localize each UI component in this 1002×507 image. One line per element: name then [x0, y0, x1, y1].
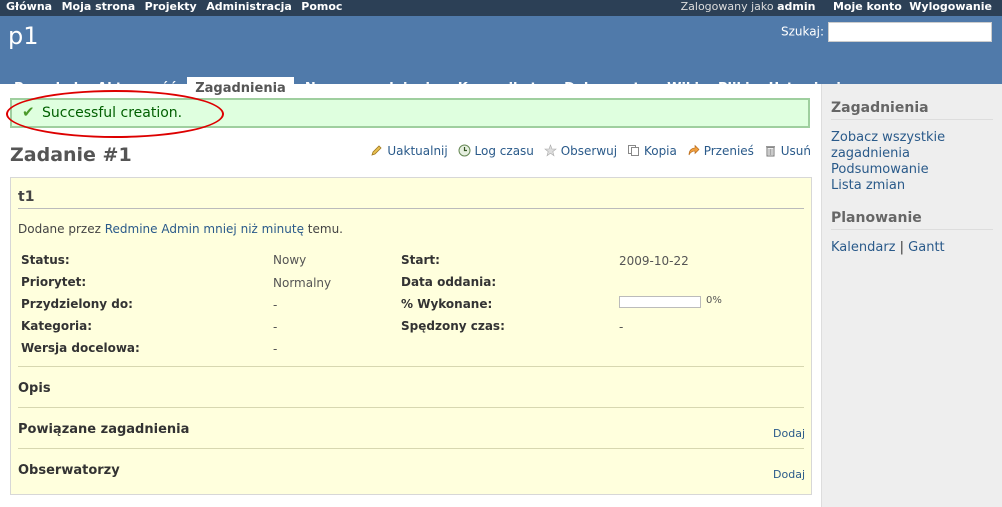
search-input[interactable] [828, 22, 992, 42]
top-menu: Główna Moja strona Projekty Administracj… [0, 0, 1002, 16]
watchers-heading: Obserwatorzy [18, 463, 120, 478]
time-ago-link[interactable]: mniej niż minutę [203, 222, 304, 236]
issue-actions: Uaktualnij Log czasu Obserwuj Kopia Prze… [364, 144, 811, 158]
link-separator: | [899, 240, 905, 255]
copy-label: Kopia [643, 144, 677, 158]
logged-in-user[interactable]: admin [777, 0, 815, 13]
move-label: Przenieś [703, 144, 754, 158]
target-version-value: - [273, 342, 278, 356]
trash-icon [765, 146, 775, 157]
done-ratio-progress-bar [619, 296, 701, 308]
gantt-link[interactable]: Gantt [908, 240, 944, 255]
watchers-divider [18, 448, 804, 449]
move-action[interactable]: Przenieś [687, 144, 754, 158]
issue-subject: t1 [18, 189, 35, 205]
calendar-link[interactable]: Kalendarz [831, 240, 896, 255]
sidebar-planning-title: Planowanie [831, 210, 993, 230]
top-menu-my-page[interactable]: Moja strona [62, 0, 136, 13]
pencil-icon [371, 145, 382, 156]
update-action[interactable]: Uaktualnij [370, 144, 448, 158]
copy-action[interactable]: Kopia [627, 144, 677, 158]
priority-value: Normalny [273, 276, 332, 290]
top-menu-left: Główna Moja strona Projekty Administracj… [6, 0, 348, 13]
status-label: Status: [21, 253, 70, 267]
delete-label: Usuń [780, 144, 811, 158]
logged-in-text: Zalogowany jako [680, 0, 774, 13]
issue-title: Zadanie #1 [10, 144, 132, 166]
copy-icon [627, 145, 639, 156]
time-suffix: temu. [307, 222, 343, 236]
category-value: - [273, 320, 278, 334]
related-divider [18, 407, 804, 408]
delete-action[interactable]: Usuń [764, 144, 811, 158]
search-label: Szukaj: [781, 24, 824, 39]
sidebar-planning-links: Kalendarz | Gantt [831, 240, 1002, 256]
issue-author-line: Dodane przez Redmine Admin mniej niż min… [18, 222, 343, 236]
view-all-issues-link[interactable]: Zobacz wszystkie zagadnienia [831, 130, 951, 162]
search-area: Szukaj: [781, 22, 992, 42]
my-account-link[interactable]: Moje konto [833, 0, 902, 13]
top-menu-administration[interactable]: Administracja [206, 0, 292, 13]
priority-label: Priorytet: [21, 275, 87, 289]
target-version-label: Wersja docelowa: [21, 341, 140, 355]
sidebar-planning-section: Planowanie Kalendarz | Gantt [822, 210, 1002, 256]
top-menu-right: Zalogowany jako admin Moje konto Wylogow… [681, 0, 992, 13]
due-date-label: Data oddania: [401, 275, 497, 289]
clock-icon [458, 144, 471, 157]
related-issues-heading: Powiązane zagadnienia [18, 422, 190, 437]
top-menu-help[interactable]: Pomoc [301, 0, 342, 13]
spent-time-value: - [619, 320, 624, 334]
assigned-to-value: - [273, 298, 278, 312]
subject-divider [18, 208, 804, 209]
move-icon [688, 144, 700, 156]
log-time-label: Log czasu [474, 144, 534, 158]
main-content: ✔ Successful creation. Zadanie #1 Uaktua… [0, 84, 821, 507]
log-time-action[interactable]: Log czasu [458, 144, 534, 158]
done-ratio-value: 0% [706, 295, 722, 306]
top-menu-projects[interactable]: Projekty [145, 0, 197, 13]
logged-in-info: Zalogowany jako admin [681, 0, 816, 13]
top-menu-home[interactable]: Główna [6, 0, 52, 13]
sidebar-issues-section: Zagadnienia Zobacz wszystkie zagadnienia… [822, 100, 1002, 194]
category-label: Kategoria: [21, 319, 93, 333]
header: p1 Szukaj: Przegląd Aktywność Zagadnienia N… [0, 16, 1002, 100]
logout-link[interactable]: Wylogowanie [909, 0, 992, 13]
author-link[interactable]: Redmine Admin [105, 222, 200, 236]
changelog-link[interactable]: Lista zmian [831, 178, 1002, 194]
spent-time-label: Spędzony czas: [401, 319, 505, 333]
sidebar-issues-title: Zagadnienia [831, 100, 993, 120]
add-watcher-link[interactable]: Dodaj [773, 468, 805, 481]
start-date-value: 2009-10-22 [619, 254, 689, 268]
star-icon [543, 144, 557, 157]
done-ratio-label: % Wykonane: [401, 297, 493, 311]
update-label: Uaktualnij [387, 144, 448, 158]
watch-action[interactable]: Obserwuj [543, 144, 618, 158]
sidebar: Zagadnienia Zobacz wszystkie zagadnienia… [821, 84, 1002, 507]
add-related-link[interactable]: Dodaj [773, 427, 805, 440]
status-value: Nowy [273, 253, 307, 267]
description-heading: Opis [18, 381, 51, 396]
start-date-label: Start: [401, 253, 440, 267]
highlight-ellipse [6, 90, 224, 138]
summary-link[interactable]: Podsumowanie [831, 162, 1002, 178]
author-prefix: Dodane przez [18, 222, 101, 236]
issue-panel: t1 Dodane przez Redmine Admin mniej niż … [10, 177, 812, 495]
watch-label: Obserwuj [560, 144, 618, 158]
description-divider [18, 366, 804, 367]
sidebar-issues-links: Zobacz wszystkie zagadnienia Podsumowani… [831, 130, 1002, 194]
assigned-to-label: Przydzielony do: [21, 297, 133, 311]
project-title: p1 [8, 22, 39, 50]
